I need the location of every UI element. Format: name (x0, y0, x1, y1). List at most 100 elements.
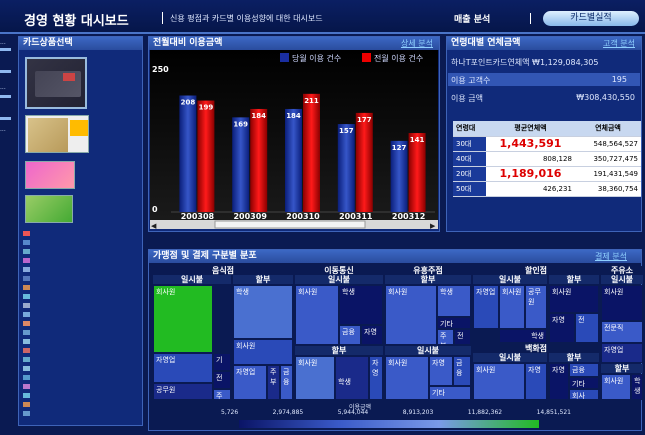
card-tpoint[interactable] (25, 57, 87, 109)
treemap-cell[interactable]: 자영 (361, 325, 383, 345)
treemap-cell[interactable]: 학생 (437, 285, 471, 317)
card-green[interactable] (25, 195, 73, 223)
card-mini-icon[interactable] (23, 339, 30, 344)
treemap-cell[interactable]: 자영 (549, 313, 575, 343)
card-mini-icon[interactable] (23, 321, 30, 326)
treemap-cell[interactable]: 기 (213, 353, 231, 371)
chart-scroll-thumb[interactable] (214, 220, 366, 229)
treemap-cell[interactable]: 주 (213, 389, 231, 400)
treemap-cell[interactable]: 회사원 (499, 285, 525, 329)
treemap-cell[interactable]: 주부 (437, 329, 454, 345)
treemap-cell[interactable]: 전 (213, 371, 231, 389)
treemap-cell[interactable]: 자영 (525, 363, 547, 400)
card-mini-icon[interactable] (23, 357, 30, 362)
card-mini-icon[interactable] (23, 249, 30, 254)
card-pink[interactable] (25, 161, 75, 189)
bar-current[interactable] (337, 124, 355, 212)
treemap-cell[interactable]: 회사원 (473, 363, 525, 400)
tab-sales-analysis[interactable]: 매출 분석 (454, 12, 490, 25)
treemap-cell[interactable]: 공무원 (525, 285, 547, 329)
treemap-cell[interactable]: 자영업 (601, 343, 643, 363)
bar-previous[interactable] (408, 133, 426, 212)
card-mini-icon[interactable] (23, 384, 30, 389)
card-mini-icon[interactable] (23, 330, 30, 335)
treemap-cell[interactable]: 학생 (335, 356, 369, 400)
treemap-cell[interactable]: 기타 (429, 386, 471, 400)
treemap-cell[interactable]: 자영업 (153, 353, 213, 383)
treemap-cell[interactable]: 회사원 (295, 285, 339, 345)
card-mini-icon[interactable] (23, 231, 30, 236)
treemap-cell[interactable]: 학생 (339, 285, 383, 325)
treemap-cell[interactable]: 자영업 (233, 365, 267, 400)
card-mini-icon[interactable] (23, 375, 30, 380)
tab-card-performance[interactable]: 카드별실적 (543, 11, 639, 26)
treemap-cell[interactable]: 학생 (233, 285, 293, 339)
treemap-cell[interactable]: 회사원 (295, 356, 335, 400)
card-mini-icon[interactable] (23, 276, 30, 281)
avg-cell: 1,189,016 (486, 166, 575, 182)
treemap-cell[interactable]: 자영업 (473, 285, 499, 329)
payment-analysis-link[interactable]: 결제 분석 (595, 251, 627, 262)
treemap-cell[interactable]: 학생 (631, 374, 643, 400)
treemap-cell[interactable]: 학생 (499, 329, 547, 343)
treemap-cell[interactable]: 기타 (569, 377, 599, 389)
card-mini-icon[interactable] (23, 411, 30, 416)
treemap-cell[interactable]: 회사원 (601, 285, 643, 321)
bar-value-label: 184 (286, 112, 301, 120)
treemap-cell[interactable]: 전문직 (601, 321, 643, 343)
treemap-cell[interactable]: 회사원 (233, 339, 293, 365)
treemap-cell[interactable]: 주부 (267, 365, 280, 400)
card-mini-icon[interactable] (23, 303, 30, 308)
card-mini-icon[interactable] (23, 285, 30, 290)
scroll-left-arrow[interactable]: ◀ (151, 222, 157, 230)
card-mini-icon[interactable] (23, 312, 30, 317)
treemap-cell[interactable]: 전 (454, 329, 471, 345)
table-header: 평균연체액 (486, 121, 575, 137)
treemap-cell[interactable]: 자영 (549, 363, 569, 400)
card-gold[interactable] (25, 115, 89, 153)
bar-current[interactable] (285, 108, 302, 212)
card-mini-icon[interactable] (23, 348, 30, 353)
treemap-cell[interactable]: 자영 (429, 356, 453, 386)
scroll-right-arrow[interactable]: ▶ (430, 222, 436, 230)
table-row[interactable]: 40대 808,128 350,727,475 (453, 151, 641, 167)
card-mini-icon[interactable] (23, 258, 30, 263)
scale-tick: 11,882,362 (467, 409, 503, 416)
card-mini-icon[interactable] (23, 402, 30, 407)
table-row[interactable]: 50대 426,231 38,360,754 (453, 181, 641, 197)
edge-bar (0, 95, 11, 98)
treemap-cell[interactable]: 공무원 (153, 383, 213, 400)
treemap-cell[interactable]: 회사 (569, 389, 599, 400)
merchant-payment-title: 가맹점 및 결제 구분별 분포 (149, 250, 641, 263)
bar-current[interactable] (179, 95, 197, 212)
table-row[interactable]: 30대 1,443,591 548,564,527 (453, 136, 641, 152)
treemap-cell[interactable]: 금융 (569, 363, 599, 377)
bar-value-label: 127 (392, 144, 407, 152)
card-mini-icon[interactable] (23, 393, 30, 398)
treemap-cell[interactable]: 금융 (339, 325, 361, 345)
bar-previous[interactable] (303, 93, 320, 212)
table-row[interactable]: 20대 1,189,016 191,431,549 (453, 166, 641, 182)
card-mini-icon[interactable] (23, 366, 30, 371)
detail-analysis-link[interactable]: 상세 분석 (401, 38, 433, 49)
card-mini-icon[interactable] (23, 294, 30, 299)
treemap-cell[interactable]: 회사원 (385, 356, 429, 400)
bar-current[interactable] (232, 117, 250, 212)
treemap-cell[interactable]: 금융 (280, 365, 293, 400)
treemap-cell[interactable]: 전 (575, 313, 599, 343)
card-mini-icon[interactable] (23, 267, 30, 272)
treemap-cell[interactable]: 회사원 (385, 285, 437, 345)
bar-previous[interactable] (197, 100, 215, 212)
bar-previous[interactable] (250, 108, 268, 212)
bar-previous[interactable] (355, 112, 373, 212)
treemap-cell[interactable]: 자영 (369, 356, 383, 400)
treemap-cell[interactable]: 회사원 (549, 285, 599, 313)
card-mini-icon[interactable] (23, 240, 30, 245)
treemap-cell[interactable]: 회사원 (153, 285, 213, 353)
table-header: 연체금액 (574, 121, 641, 137)
customer-analysis-link[interactable]: 고객 분석 (603, 38, 635, 49)
group-bar: 유흥주점 (385, 266, 471, 275)
treemap-cell[interactable]: 회사원 (601, 374, 631, 400)
treemap-cell[interactable]: 기타 (437, 317, 471, 329)
treemap-cell[interactable]: 금융 (453, 356, 471, 386)
